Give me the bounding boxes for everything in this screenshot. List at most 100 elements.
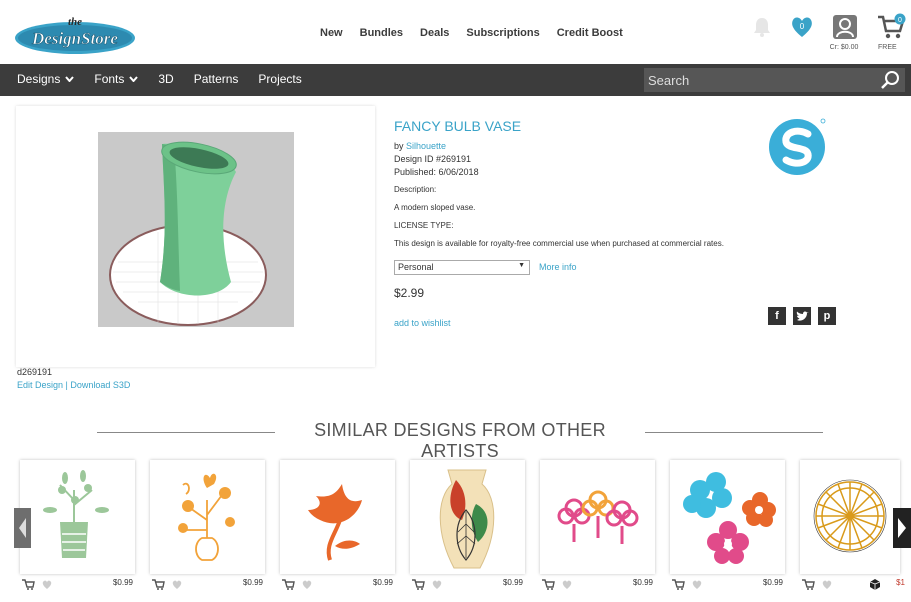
cart-icon[interactable]: 0 [876,13,906,41]
chevron-down-icon [65,76,75,82]
logo-text: DesignStore [31,29,118,48]
design-id: Design ID #269191 [394,154,472,164]
design-card[interactable] [410,460,525,574]
divider [97,432,275,433]
heart-icon[interactable] [172,580,182,589]
nav-subscriptions[interactable]: Subscriptions [466,27,539,39]
silhouette-brand-logo[interactable] [768,116,828,176]
add-to-cart-icon[interactable] [22,579,35,590]
product-image[interactable] [98,132,294,327]
nav-designs[interactable]: Designs [17,72,75,86]
heart-icon[interactable] [42,580,52,589]
design-code: d269191 [17,367,53,377]
published-date: Published: 6/06/2018 [394,167,479,177]
carousel-prev-button[interactable] [14,508,31,548]
card-footer: $0.99 [20,578,135,592]
artist-link[interactable]: Silhouette [406,141,446,151]
nav-designs-label: Designs [17,72,61,86]
nav-fonts[interactable]: Fonts [94,72,139,86]
pinterest-icon[interactable]: p [818,307,836,325]
design-card[interactable] [670,460,785,574]
chevron-down-icon [129,76,139,82]
add-to-cart-icon[interactable] [672,579,685,590]
heart-icon[interactable] [302,580,312,589]
social-share: f p [768,307,836,325]
logo-the: the [68,16,82,28]
credit-balance[interactable]: Cr: $0.00 [818,44,870,51]
design-card[interactable] [800,460,900,574]
heart-icon[interactable] [562,580,572,589]
heart-icon[interactable] [692,580,702,589]
edit-design-link[interactable]: Edit Design [17,380,63,390]
add-to-cart-icon[interactable] [802,579,815,590]
add-to-cart-icon[interactable] [152,579,165,590]
facebook-icon[interactable]: f [768,307,786,325]
card-price: $0.99 [632,578,653,587]
twitter-icon[interactable] [793,307,811,325]
lotus-icon [308,484,362,561]
3d-cube-icon [870,579,880,590]
search-input[interactable] [644,68,905,92]
design-store-logo[interactable]: the DesignStore [14,14,136,56]
design-actions: Edit Design | Download S3D [17,380,130,390]
chevron-right-icon [898,518,906,538]
license-label: LICENSE TYPE: [394,221,454,230]
nav-deals[interactable]: Deals [420,27,449,39]
top-nav: New Bundles Deals Subscriptions Credit B… [320,27,623,39]
card-price: $1 [896,578,905,587]
heart-icon[interactable] [432,580,442,589]
description-label: Description: [394,185,437,194]
card-footer: $0.99 [280,578,395,592]
flower-vase-icon [178,473,235,561]
nav-new[interactable]: New [320,27,343,39]
nav-projects[interactable]: Projects [258,72,301,86]
design-card[interactable] [280,460,395,574]
cart-label[interactable]: FREE [878,44,897,51]
pink-flowers-icon [557,490,639,544]
license-select-value: Personal [398,262,434,272]
nav-credit-boost[interactable]: Credit Boost [557,27,623,39]
card-footer: $0.99 [410,578,525,592]
card-footer: $1 [800,578,905,592]
carousel-next-button[interactable] [893,508,911,548]
design-card[interactable] [20,460,135,574]
nav-patterns[interactable]: Patterns [194,72,239,86]
bell-icon[interactable] [750,15,774,39]
more-info-link[interactable]: More info [539,262,577,272]
divider [645,432,823,433]
card-footer: $0.99 [670,578,785,592]
heart-icon[interactable] [822,580,832,589]
search-icon[interactable] [880,70,900,90]
add-to-cart-icon[interactable] [282,579,295,590]
add-to-cart-icon[interactable] [412,579,425,590]
by-prefix: by [394,141,407,151]
product-price: $2.99 [394,286,425,300]
nav-3d[interactable]: 3D [158,72,173,86]
leaf-vase-icon [439,469,495,569]
wishlist-count: 0 [800,22,805,31]
wishlist-heart-icon[interactable]: 0 [790,15,814,39]
dropdown-arrow-icon: ▼ [518,262,525,269]
twitter-bird-icon [796,311,809,321]
account-icon[interactable] [832,14,858,40]
license-text: This design is available for royalty-fre… [394,239,724,248]
card-price: $0.99 [372,578,393,587]
cart-count: 0 [898,17,902,24]
design-card[interactable] [540,460,655,574]
vase-plant-icon [43,470,109,558]
license-select[interactable]: Personal ▼ [394,260,530,275]
starburst-icon [813,479,887,553]
card-price: $0.99 [242,578,263,587]
artist-line: by Silhouette [394,140,479,153]
design-card[interactable] [150,460,265,574]
product-info: by Silhouette Design ID #269191 Publishe… [394,140,479,179]
download-link[interactable]: Download S3D [70,380,130,390]
nav-fonts-label: Fonts [94,72,125,86]
add-to-wishlist-link[interactable]: add to wishlist [394,318,451,328]
add-to-cart-icon[interactable] [542,579,555,590]
nav-bundles[interactable]: Bundles [360,27,403,39]
blue-flowers-icon [683,472,776,564]
card-price: $0.99 [112,578,133,587]
site-header: the DesignStore New Bundles Deals Subscr… [0,0,911,64]
card-price: $0.99 [762,578,783,587]
